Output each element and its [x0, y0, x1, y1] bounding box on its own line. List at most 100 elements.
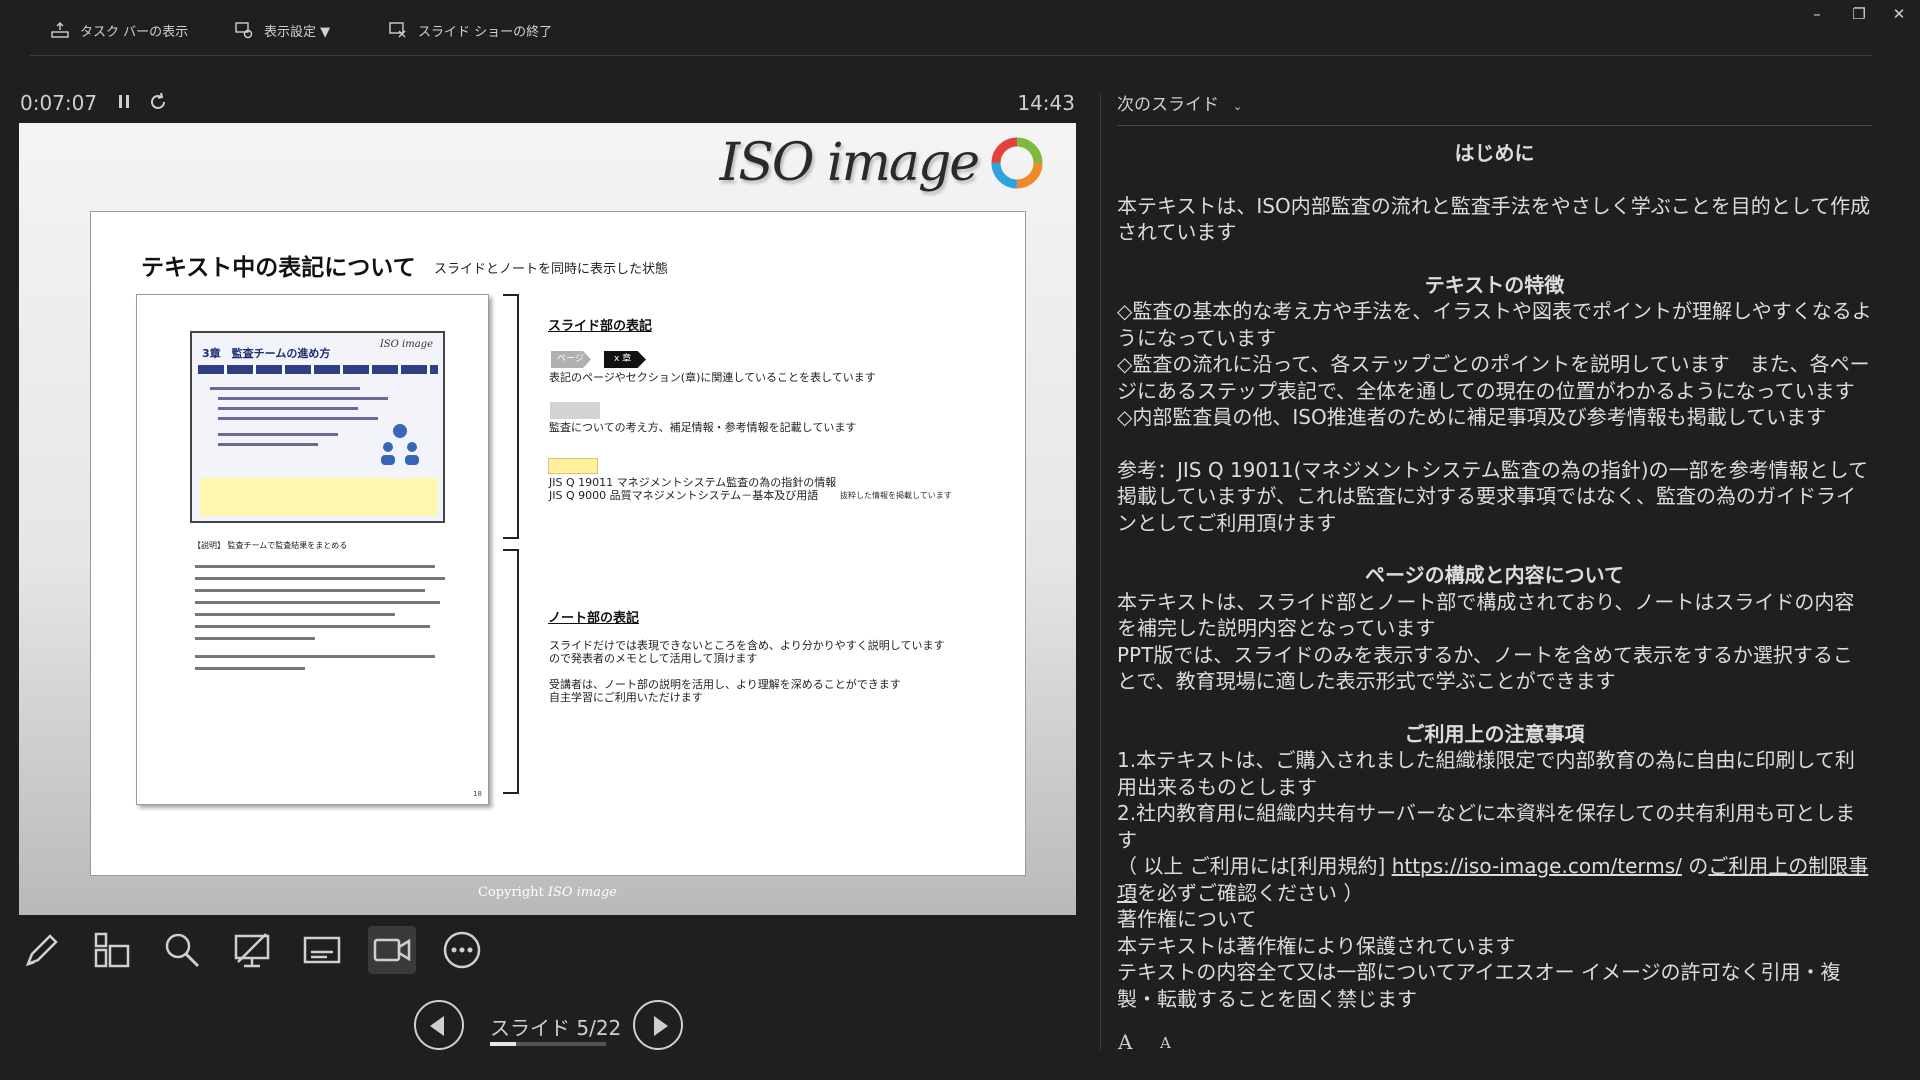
- notes-copyright-heading: 著作権について: [1117, 907, 1257, 931]
- elapsed-timer: 0:07:07: [20, 91, 98, 115]
- restart-timer-button[interactable]: [146, 90, 170, 114]
- end-slideshow-icon: [389, 22, 406, 38]
- restart-icon: [151, 92, 165, 109]
- next-slide-toggle[interactable]: 次のスライド ⌄: [1117, 90, 1242, 115]
- black-screen-button[interactable]: [228, 926, 276, 974]
- current-slide[interactable]: ISO image テキスト中の表記について スライドとノートを同時に表示した状…: [19, 123, 1076, 915]
- thumbnail-text-line: [218, 433, 338, 436]
- note-description-2: ので発表者のメモとして活用して頂けます: [549, 652, 758, 665]
- auditor-team-icon: [381, 424, 419, 465]
- notes-usage-2: 2.社内教育用に組織内共有サーバーなどに本資料を保存しての共有利用も可とします: [1117, 801, 1856, 852]
- notes-feature-2: ◇監査の流れに沿って、各ステップごとのポイントを説明しています また、各ページに…: [1117, 352, 1870, 403]
- previous-slide-button[interactable]: [414, 1000, 464, 1050]
- next-slide-label: 次のスライド: [1117, 95, 1219, 115]
- document-note-line: [195, 667, 305, 670]
- slide-counter: スライド 5/22: [490, 1016, 622, 1040]
- supplement-box-sample: [550, 402, 600, 419]
- decrease-font-button[interactable]: A: [1160, 1034, 1171, 1052]
- subtitles-button[interactable]: [298, 926, 346, 974]
- presenter-toolbar: タスク バーの表示 表示設定 ▼ スライド ショーの終了 – ❐ ✕: [0, 0, 1920, 58]
- supplement-description: 監査についての考え方、補足情報・参考情報を記載しています: [549, 421, 857, 434]
- thumbnail-text-line: [218, 417, 378, 420]
- more-options-button[interactable]: [438, 926, 486, 974]
- slide-thumbnail: 3章 監査チームの進め方 ISO image: [190, 331, 445, 523]
- document-page-number: 18: [473, 790, 482, 798]
- notes-terms-line: （ 以上 ご利用には[利用規約] https://iso-image.com/t…: [1117, 853, 1872, 906]
- note-section-heading: ノート部の表記: [548, 611, 640, 626]
- reference-description-2: JIS Q 9000 品質マネジメントシステム－基本及び用語: [549, 489, 819, 502]
- end-slideshow-label: スライド ショーの終了: [418, 24, 553, 40]
- notes-feature-3: ◇内部監査員の他、ISO推進者のために補足事項及び参考情報も掲載しています: [1117, 405, 1827, 429]
- note-description-4: 自主学習にご利用いただけます: [549, 691, 703, 704]
- minimize-button[interactable]: –: [1796, 2, 1838, 26]
- note-description-3: 受講者は、ノート部の説明を活用し、より理解を深めることができます: [549, 678, 901, 691]
- notes-heading-features: テキストの特徴: [1424, 272, 1565, 297]
- thumbnail-text-line: [218, 443, 318, 446]
- notes-structure-2: PPT版では、スライドのみを表示するか、ノートを含めて表示をするか選択することで…: [1117, 642, 1853, 694]
- close-button[interactable]: ✕: [1878, 2, 1920, 26]
- thumbnail-step-bar: [198, 365, 438, 374]
- black-screen-icon: [234, 933, 270, 968]
- chevron-down-icon: ⌄: [1233, 100, 1243, 113]
- restore-button[interactable]: ❐: [1838, 2, 1880, 26]
- toolbar-divider: [30, 55, 1872, 56]
- document-note-line: [195, 589, 425, 592]
- display-settings-icon: [235, 22, 253, 39]
- display-settings-button[interactable]: 表示設定 ▼: [234, 20, 330, 40]
- pause-timer-button[interactable]: [112, 90, 136, 114]
- subtitles-icon: [303, 936, 341, 964]
- panel-divider: [1100, 93, 1101, 1050]
- thumbnail-title: 3章 監査チームの進め方: [202, 347, 331, 360]
- note-section-brace: [503, 549, 519, 794]
- next-slide-button[interactable]: [633, 1000, 683, 1050]
- notes-reference-text: 参考：JIS Q 19011(マネジメントシステム監査の為の指針)の一部を参考情…: [1117, 457, 1868, 535]
- show-taskbar-button[interactable]: タスク バーの表示: [50, 20, 188, 40]
- reference-box-sample: [548, 458, 598, 474]
- slide-section-heading: スライド部の表記: [548, 319, 653, 334]
- notes-copyright-1: 本テキストは著作権により保護されています: [1117, 933, 1516, 958]
- document-notes-heading: 【説明】 監査チームで監査結果をまとめる: [193, 541, 348, 550]
- thumbnail-text-line: [210, 387, 360, 390]
- excerpt-note: 抜粋した情報を掲載しています: [840, 491, 952, 500]
- notes-copyright-2: テキストの内容全て又は一部についてアイエスオー イメージの許可なく引用・複製・転…: [1117, 960, 1841, 1011]
- copyright-text: Copyright: [478, 885, 544, 900]
- document-note-line: [195, 565, 435, 568]
- slide-progress-bar: [490, 1042, 606, 1046]
- all-slides-icon: [94, 932, 130, 968]
- magnifier-icon: [165, 933, 200, 968]
- more-options-icon: [443, 931, 481, 969]
- pen-icon: [25, 934, 58, 967]
- terms-prefix: （ 以上 ご利用には[利用規約]: [1117, 854, 1392, 878]
- see-all-slides-button[interactable]: [88, 926, 136, 974]
- pen-tool-button[interactable]: [18, 926, 66, 974]
- document-note-line: [195, 613, 395, 616]
- notes-heading-intro: はじめに: [1454, 141, 1535, 165]
- logo-ring-icon: [991, 137, 1043, 189]
- document-page-preview: 3章 監査チームの進め方 ISO image 【説明】 監査チームで監査結果をま…: [136, 294, 489, 805]
- notes-heading-structure: ページの構成と内容について: [1365, 563, 1624, 587]
- chapter-tag: x 章: [604, 351, 646, 368]
- taskbar-icon: [51, 22, 69, 38]
- presenter-tools: [18, 926, 508, 974]
- thumbnail-reference-box: [200, 478, 438, 516]
- slide-copyright: Copyright ISO image: [19, 885, 1076, 900]
- reference-description-1: JIS Q 19011 マネジメントシステム監査の為の指針の情報: [549, 476, 837, 489]
- document-note-line: [195, 637, 315, 640]
- terms-link[interactable]: https://iso-image.com/terms/: [1392, 854, 1682, 878]
- show-taskbar-label: タスク バーの表示: [80, 24, 189, 40]
- increase-font-button[interactable]: A: [1118, 1030, 1132, 1054]
- document-note-line: [195, 625, 430, 628]
- camera-toggle-button[interactable]: [368, 926, 416, 974]
- document-note-line: [195, 577, 445, 580]
- tag-description: 表記のページやセクション(章)に関連していることを表しています: [549, 371, 876, 384]
- pause-icon: [119, 95, 129, 108]
- current-time: 14:43: [1017, 91, 1075, 115]
- slide-progress-fill: [490, 1042, 517, 1046]
- end-slideshow-button[interactable]: スライド ショーの終了: [388, 20, 552, 40]
- inner-slide-content: テキスト中の表記について スライドとノートを同時に表示した状態 3章 監査チーム…: [90, 211, 1026, 876]
- zoom-button[interactable]: [158, 926, 206, 974]
- speaker-notes[interactable]: はじめに 本テキストは、ISO内部監査の流れと監査手法をやさしく学ぶことを目的と…: [1117, 140, 1872, 1012]
- notes-structure-1: 本テキストは、スライド部とノート部で構成されており、ノートはスライドの内容を補完…: [1117, 589, 1855, 641]
- slide-title: テキスト中の表記について: [141, 255, 416, 281]
- iso-image-logo: ISO image: [720, 133, 1046, 193]
